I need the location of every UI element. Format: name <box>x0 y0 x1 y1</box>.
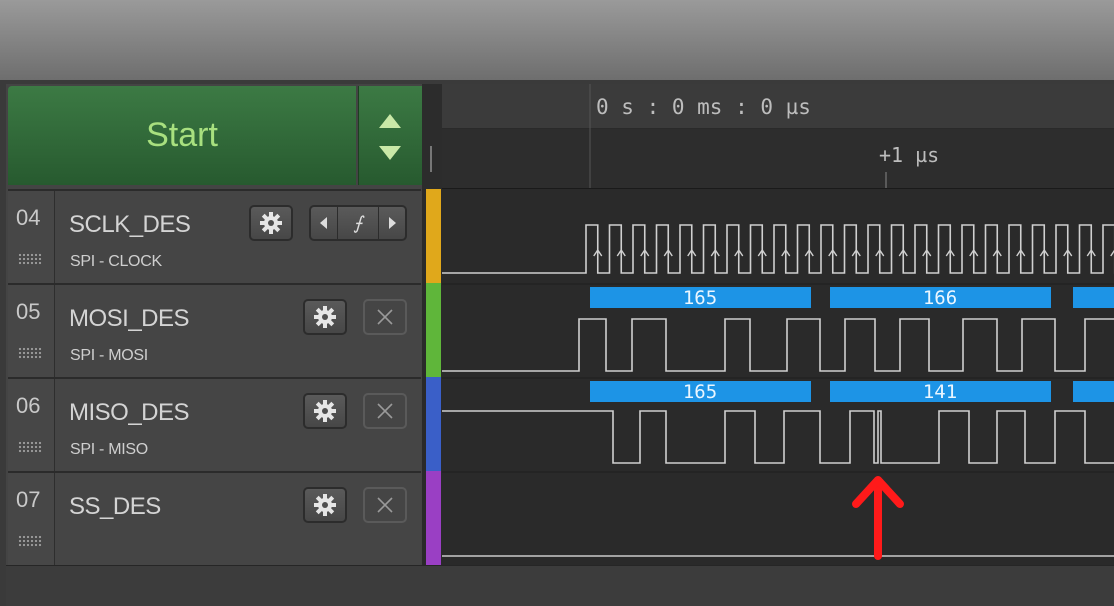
channel-number: 05 <box>16 299 41 324</box>
decode-label: 165 <box>683 381 717 403</box>
channel-number: 04 <box>16 205 41 230</box>
chevron-right-icon[interactable] <box>379 207 405 239</box>
channel-subtitle: SPI - CLOCK <box>70 253 162 270</box>
waveform-canvas[interactable]: 0 s : 0 ms : 0 µs +1 µs 165 166 165 141 <box>442 84 1114 565</box>
close-icon <box>377 309 393 325</box>
splitter-handle[interactable] <box>430 146 432 172</box>
time-tick-label: +1 µs <box>879 143 939 167</box>
channel-name: SS_DES <box>69 493 161 520</box>
gear-icon <box>314 494 336 516</box>
channel-color-swatch-miso <box>426 377 441 471</box>
channel-color-swatch-mosi <box>426 283 441 377</box>
channel-settings-button[interactable] <box>303 393 347 429</box>
channel-number-column: 06 <box>8 379 55 471</box>
bottom-panel <box>6 565 1114 606</box>
drag-grip-icon[interactable] <box>18 535 42 547</box>
trace-area-bg <box>442 189 1114 565</box>
start-button[interactable]: Start <box>8 86 356 185</box>
decode-bar[interactable] <box>1073 381 1114 402</box>
remove-analyzer-button[interactable] <box>363 299 407 335</box>
channel-name: MOSI_DES <box>69 305 190 332</box>
triangle-down-icon[interactable] <box>379 146 401 160</box>
chevron-left-icon[interactable] <box>311 207 337 239</box>
channel-number-column: 05 <box>8 285 55 377</box>
timeline-separator <box>422 84 442 189</box>
channel-color-swatch-sclk <box>426 189 441 283</box>
channel-number: 07 <box>16 487 41 512</box>
channel-name: SCLK_DES <box>69 211 191 238</box>
close-icon <box>377 497 393 513</box>
channel-settings-button[interactable] <box>303 487 347 523</box>
window-title-bar <box>0 0 1114 80</box>
triangle-up-icon[interactable] <box>379 114 401 128</box>
decode-bar[interactable] <box>1073 287 1114 308</box>
gear-icon <box>260 212 282 234</box>
time-origin-label: 0 s : 0 ms : 0 µs <box>596 95 811 119</box>
channel-settings-button[interactable] <box>249 205 293 241</box>
decode-label: 165 <box>683 287 717 309</box>
start-button-label: Start <box>146 116 218 154</box>
remove-analyzer-button[interactable] <box>363 487 407 523</box>
start-options-arrows[interactable] <box>358 86 422 185</box>
channel-row-ss[interactable]: 07 SS_DES <box>8 471 421 565</box>
gear-icon <box>314 306 336 328</box>
decode-label: 166 <box>923 287 957 309</box>
channel-number-column: 04 <box>8 191 55 283</box>
channel-subtitle: SPI - MOSI <box>70 347 148 364</box>
channel-subtitle: SPI - MISO <box>70 441 148 458</box>
channel-row-mosi[interactable]: 05 MOSI_DES SPI - MOSI <box>8 283 421 377</box>
waveform-view[interactable]: 0 s : 0 ms : 0 µs +1 µs 165 166 165 141 <box>442 84 1114 565</box>
channel-settings-button[interactable] <box>303 299 347 335</box>
channel-color-swatch-ss <box>426 471 441 565</box>
channel-name: MISO_DES <box>69 399 190 426</box>
channel-row-sclk[interactable]: 04 SCLK_DES SPI - CLOCK ⨍ <box>8 189 421 283</box>
drag-grip-icon[interactable] <box>18 441 42 453</box>
trigger-selector[interactable]: ⨍ <box>309 205 407 241</box>
close-icon <box>377 403 393 419</box>
trigger-edge-icon[interactable]: ⨍ <box>337 207 379 239</box>
remove-analyzer-button[interactable] <box>363 393 407 429</box>
drag-grip-icon[interactable] <box>18 347 42 359</box>
drag-grip-icon[interactable] <box>18 253 42 265</box>
channel-row-miso[interactable]: 06 MISO_DES SPI - MISO <box>8 377 421 471</box>
channel-number-column: 07 <box>8 473 55 565</box>
gear-icon <box>314 400 336 422</box>
decode-label: 141 <box>923 381 957 403</box>
channel-number: 06 <box>16 393 41 418</box>
timeline-ruler-bg <box>442 129 1114 188</box>
